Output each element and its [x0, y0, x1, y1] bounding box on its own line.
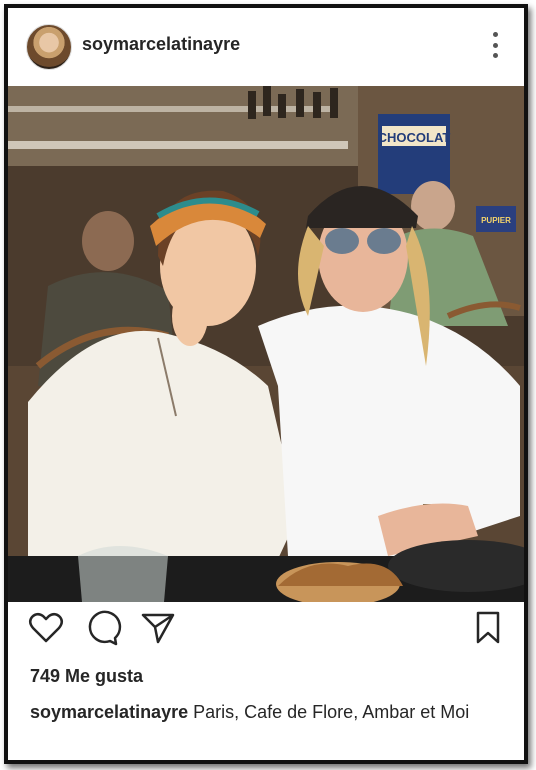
heart-icon[interactable]	[26, 608, 66, 648]
sign-pupier: PUPIER	[481, 216, 511, 225]
caption-username[interactable]: soymarcelatinayre	[30, 702, 188, 722]
caption-text: Paris, Cafe de Flore, Ambar et Moi	[193, 702, 470, 722]
more-options-icon[interactable]	[492, 32, 498, 58]
post-username[interactable]: soymarcelatinayre	[82, 34, 240, 55]
comment-icon[interactable]	[82, 608, 122, 648]
post-card: soymarcelatinayre CHOCOLAT PUPIER 749 Me…	[4, 4, 528, 764]
photo-illustration: CHOCOLAT PUPIER	[8, 86, 524, 602]
share-icon[interactable]	[138, 608, 178, 648]
bookmark-icon[interactable]	[468, 608, 508, 648]
post-actions	[8, 608, 524, 658]
post-header: soymarcelatinayre	[8, 8, 524, 86]
sign-chocolat: CHOCOLAT	[378, 130, 451, 145]
post-caption: soymarcelatinayre Paris, Cafe de Flore, …	[30, 698, 510, 726]
likes-count[interactable]: 749 Me gusta	[30, 666, 143, 687]
post-photo[interactable]: CHOCOLAT PUPIER	[8, 86, 524, 602]
avatar[interactable]	[26, 24, 72, 70]
